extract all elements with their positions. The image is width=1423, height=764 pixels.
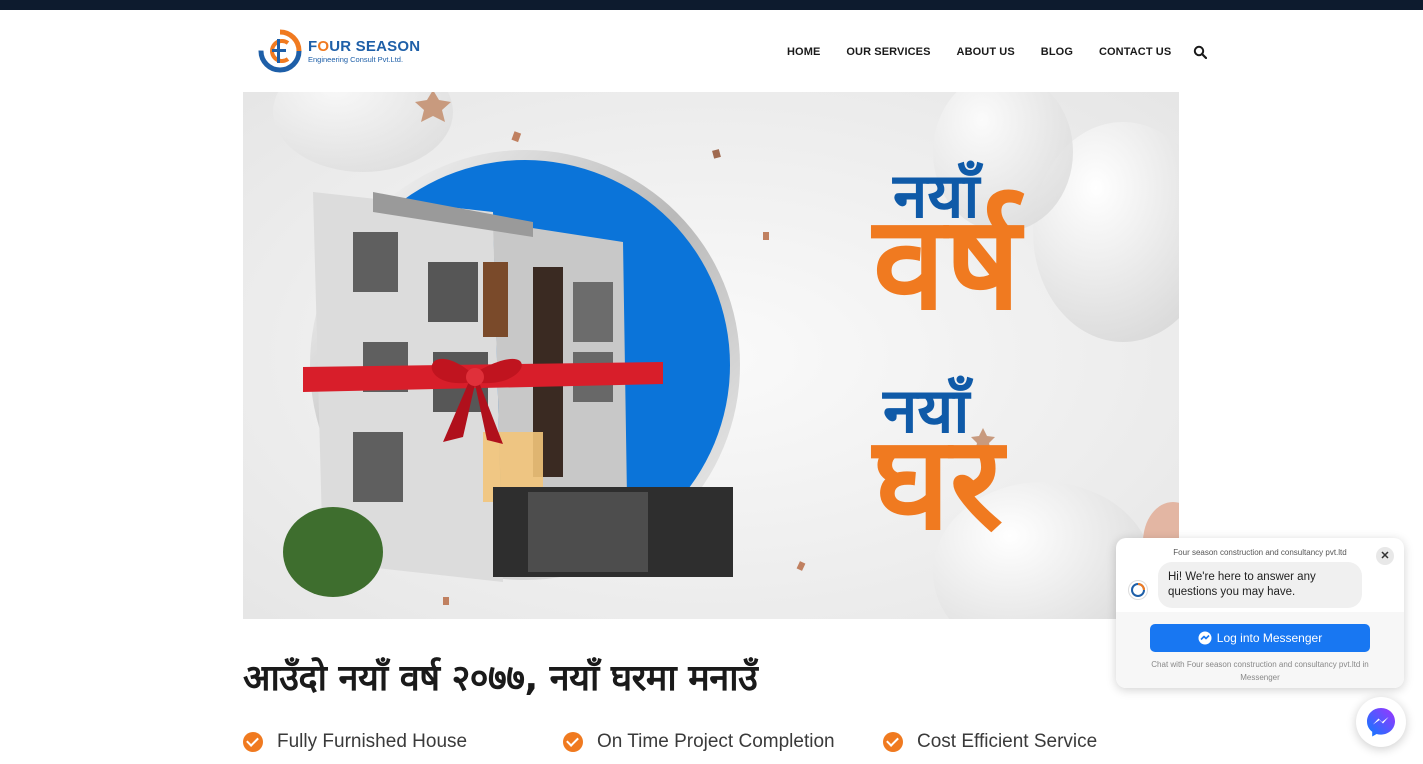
check-icon [243, 732, 263, 752]
page-avatar [1128, 580, 1148, 600]
nav-home[interactable]: HOME [787, 46, 820, 58]
feature-label: Cost Efficient Service [917, 731, 1098, 752]
hero-text-line4: घर [873, 407, 1004, 559]
main-nav: HOME OUR SERVICES ABOUT US BLOG CONTACT … [787, 45, 1208, 59]
messenger-icon [1198, 631, 1212, 645]
page-headline: आउँदो नयाँ वर्ष २०७७, नयाँ घरमा मनाउँ [243, 658, 758, 699]
log-into-messenger-label: Log into Messenger [1216, 631, 1323, 645]
messenger-button[interactable] [1356, 697, 1406, 747]
feature-item: Fully Furnished House [243, 731, 467, 753]
chat-message: Hi! We're here to answer any questions y… [1158, 562, 1362, 608]
close-icon[interactable]: ✕ [1376, 547, 1394, 565]
check-icon [883, 732, 903, 752]
site-logo[interactable]: FOUR SEASON Engineering Consult Pvt.Ltd. [258, 28, 428, 74]
feature-label: On Time Project Completion [597, 731, 835, 752]
check-icon [563, 732, 583, 752]
logo-icon [258, 29, 302, 73]
nav-about-us[interactable]: ABOUT US [957, 46, 1015, 58]
nav-contact-us[interactable]: CONTACT US [1099, 46, 1171, 58]
chat-note: Chat with Four season construction and c… [1151, 660, 1369, 682]
hero-illustration [243, 92, 1179, 619]
nav-our-services[interactable]: OUR SERVICES [846, 46, 930, 58]
site-header: FOUR SEASON Engineering Consult Pvt.Ltd.… [0, 10, 1423, 92]
feature-item: On Time Project Completion [563, 731, 835, 753]
hero-text-line2: वर्ष [873, 187, 1021, 339]
feature-list: Fully Furnished House On Time Project Co… [243, 731, 1143, 755]
log-into-messenger-button[interactable]: Log into Messenger [1150, 624, 1370, 652]
feature-label: Fully Furnished House [277, 731, 468, 752]
messenger-icon [1367, 708, 1395, 737]
nav-blog[interactable]: BLOG [1041, 46, 1073, 58]
chat-footer: Log into Messenger Chat with Four season… [1116, 612, 1404, 688]
chat-page-name: Four season construction and consultancy… [1173, 548, 1347, 557]
hero-banner[interactable]: नयाँ वर्ष नयाँ घर [243, 92, 1179, 619]
search-icon[interactable] [1193, 45, 1208, 59]
messenger-chat-widget: Four season construction and consultancy… [1116, 538, 1404, 688]
top-bar [0, 0, 1423, 10]
brand-name: FOUR SEASON [308, 37, 421, 55]
feature-item: Cost Efficient Service [883, 731, 1097, 753]
brand-subtitle: Engineering Consult Pvt.Ltd. [308, 54, 404, 64]
